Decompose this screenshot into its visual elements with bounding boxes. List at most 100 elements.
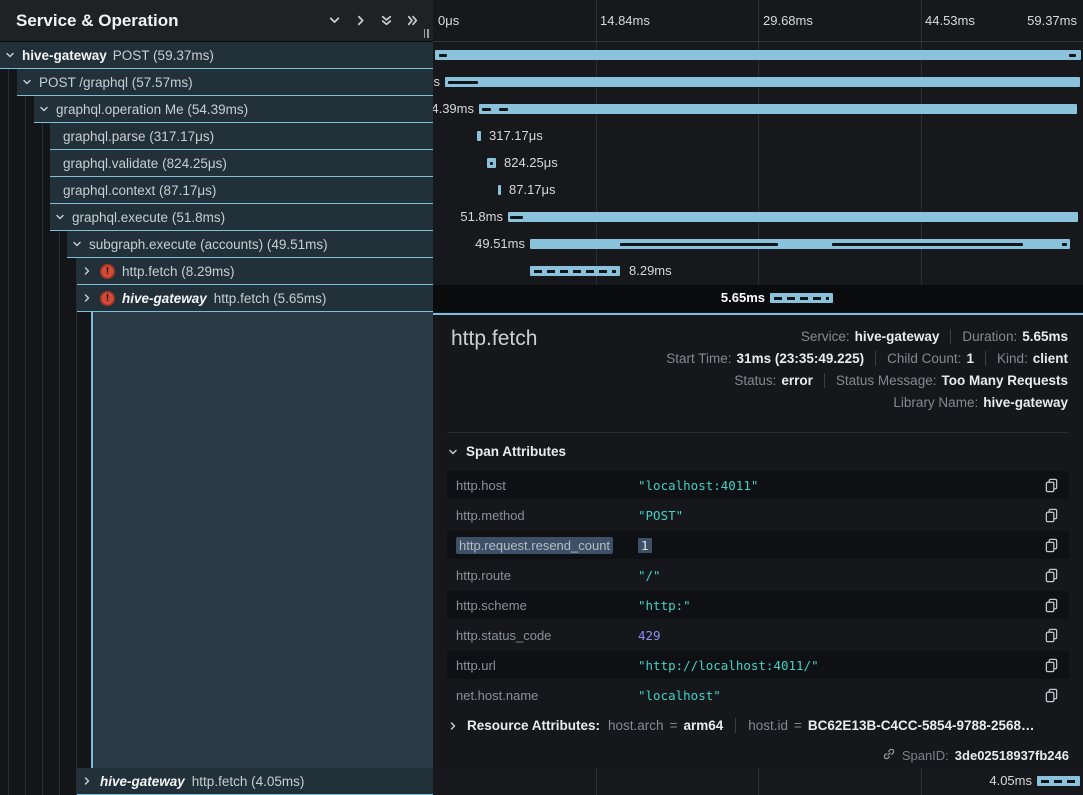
link-icon (882, 747, 896, 764)
span-id-row[interactable]: SpanID: 3de02518937fb246 (882, 747, 1069, 764)
span-bar-row: 317.17μs (433, 123, 1083, 150)
ruler-tick: 14.84ms (600, 13, 650, 28)
ruler-tick: 44.53ms (925, 13, 975, 28)
span-label: graphql.context (87.17μs) (63, 183, 216, 198)
attribute-row[interactable]: net.host.name "localhost" (447, 681, 1069, 709)
span-label: POST /graphql (57.57ms) (39, 75, 193, 90)
span-bar[interactable] (498, 185, 501, 195)
attribute-key: http.request.resend_count (456, 538, 638, 553)
chevron-right-icon[interactable] (347, 8, 373, 34)
attribute-row[interactable]: http.host "localhost:4011" (447, 471, 1069, 499)
resource-attributes-row[interactable]: Resource Attributes: host.arch=arm64 hos… (447, 718, 1069, 733)
span-attributes-section: Span Attributes http.host "localhost:401… (447, 432, 1069, 711)
copy-icon[interactable] (1039, 478, 1059, 493)
resource-attr-host-id: host.id=BC62E13B-C4CC-5854-9788-2568… (735, 718, 1034, 733)
chevron-right-icon[interactable] (81, 775, 93, 787)
chevron-down-icon[interactable] (71, 238, 83, 250)
span-bar[interactable] (508, 212, 1078, 222)
meta-kind: Kind:client (985, 351, 1068, 366)
tree-row-root[interactable]: hive-gateway POST (59.37ms) (0, 42, 433, 69)
chevron-down-icon[interactable] (54, 211, 66, 223)
chevron-down-icon[interactable] (21, 76, 33, 88)
meta-service: Service:hive-gateway (801, 329, 940, 344)
panel-resize-handle[interactable] (421, 27, 431, 39)
tree-row[interactable]: http.fetch (8.29ms) (0, 258, 433, 285)
span-label: subgraph.execute (accounts) (49.51ms) (89, 237, 328, 252)
tree-row[interactable]: subgraph.execute (accounts) (49.51ms) (0, 231, 433, 258)
attribute-key: http.method (456, 508, 638, 523)
attribute-value: 429 (638, 628, 1039, 643)
chevron-down-icon[interactable] (4, 49, 16, 61)
service-name: hive-gateway (100, 774, 185, 789)
ruler-tick: 59.37ms (1027, 13, 1077, 28)
chevron-down-icon[interactable] (38, 103, 50, 115)
copy-icon[interactable] (1039, 658, 1059, 673)
service-name: hive-gateway (122, 291, 207, 306)
tree-row[interactable]: hive-gateway http.fetch (4.05ms) (0, 768, 433, 795)
meta-status: Status:error (734, 373, 813, 388)
tree-header: Service & Operation (0, 0, 433, 42)
meta-library-name: Library Name:hive-gateway (893, 395, 1068, 410)
copy-icon[interactable] (1039, 538, 1059, 553)
copy-icon[interactable] (1039, 628, 1059, 643)
tree-row[interactable]: POST /graphql (57.57ms) (0, 69, 433, 96)
attribute-key: http.host (456, 478, 638, 493)
tree-row[interactable]: graphql.context (87.17μs) (0, 177, 433, 204)
span-attributes-header[interactable]: Span Attributes (447, 444, 1069, 459)
tree-row[interactable]: graphql.execute (51.8ms) (0, 204, 433, 231)
span-bar[interactable] (530, 239, 1070, 249)
tree-row-selected[interactable]: hive-gateway http.fetch (5.65ms) (0, 285, 433, 312)
span-label: http.fetch (8.29ms) (122, 264, 235, 279)
attribute-row[interactable]: http.url "http://localhost:4011/" (447, 651, 1069, 679)
span-bar[interactable] (435, 50, 1081, 60)
attribute-value: "/" (638, 568, 1039, 583)
span-bar[interactable] (530, 266, 620, 276)
span-bar[interactable] (770, 293, 833, 303)
tree-row[interactable]: graphql.validate (824.25μs) (0, 150, 433, 177)
attribute-row[interactable]: http.scheme "http:" (447, 591, 1069, 619)
double-chevron-down-icon[interactable] (373, 8, 399, 34)
copy-icon[interactable] (1039, 598, 1059, 613)
attribute-row[interactable]: http.route "/" (447, 561, 1069, 589)
service-name: hive-gateway (22, 48, 107, 63)
span-attributes-table: http.host "localhost:4011" http.method "… (447, 471, 1069, 709)
span-bar-row: 8.29ms (433, 258, 1083, 285)
attribute-row-selected[interactable]: http.request.resend_count 1 (447, 531, 1069, 559)
ruler-tick: 0μs (438, 13, 459, 28)
chevron-down-icon[interactable] (321, 8, 347, 34)
tree-row[interactable]: graphql.parse (317.17μs) (0, 123, 433, 150)
attribute-key: http.route (456, 568, 638, 583)
span-bar[interactable] (479, 104, 1077, 114)
span-bar[interactable] (487, 158, 496, 168)
span-bar-row: 49.51ms (433, 231, 1083, 258)
span-label: graphql.validate (824.25μs) (63, 156, 227, 171)
tree-row[interactable]: graphql.operation Me (54.39ms) (0, 96, 433, 123)
duration-label: 87.17μs (509, 182, 556, 197)
attribute-row[interactable]: http.status_code 429 (447, 621, 1069, 649)
section-title: Span Attributes (466, 444, 566, 459)
attribute-row[interactable]: http.method "POST" (447, 501, 1069, 529)
resource-attributes-title: Resource Attributes: (467, 718, 600, 733)
chevron-right-icon[interactable] (81, 292, 93, 304)
duration-label: 51.8ms (460, 209, 503, 224)
span-bar[interactable] (445, 77, 1080, 87)
copy-icon[interactable] (1039, 688, 1059, 703)
copy-icon[interactable] (1039, 508, 1059, 523)
span-bar[interactable] (477, 131, 481, 141)
span-bar-row: 824.25μs (433, 150, 1083, 177)
meta-status-message: Status Message:Too Many Requests (824, 373, 1068, 388)
span-label: graphql.execute (51.8ms) (72, 210, 225, 225)
span-bar-row-selected[interactable]: 5.65ms (433, 285, 1083, 312)
attribute-key: http.status_code (456, 628, 638, 643)
chevron-right-icon[interactable] (81, 265, 93, 277)
span-bar-row: 4.05ms (433, 768, 1083, 795)
span-bar-row: 57.57ms (433, 69, 1083, 96)
indent-guide (59, 231, 60, 795)
duration-label: 317.17μs (489, 128, 543, 143)
duration-label: 49.51ms (475, 236, 525, 251)
chevron-down-icon (447, 446, 459, 458)
ruler-tick: 29.68ms (763, 13, 813, 28)
span-id-label: SpanID: (902, 748, 949, 763)
span-bar[interactable] (1037, 776, 1080, 786)
copy-icon[interactable] (1039, 568, 1059, 583)
